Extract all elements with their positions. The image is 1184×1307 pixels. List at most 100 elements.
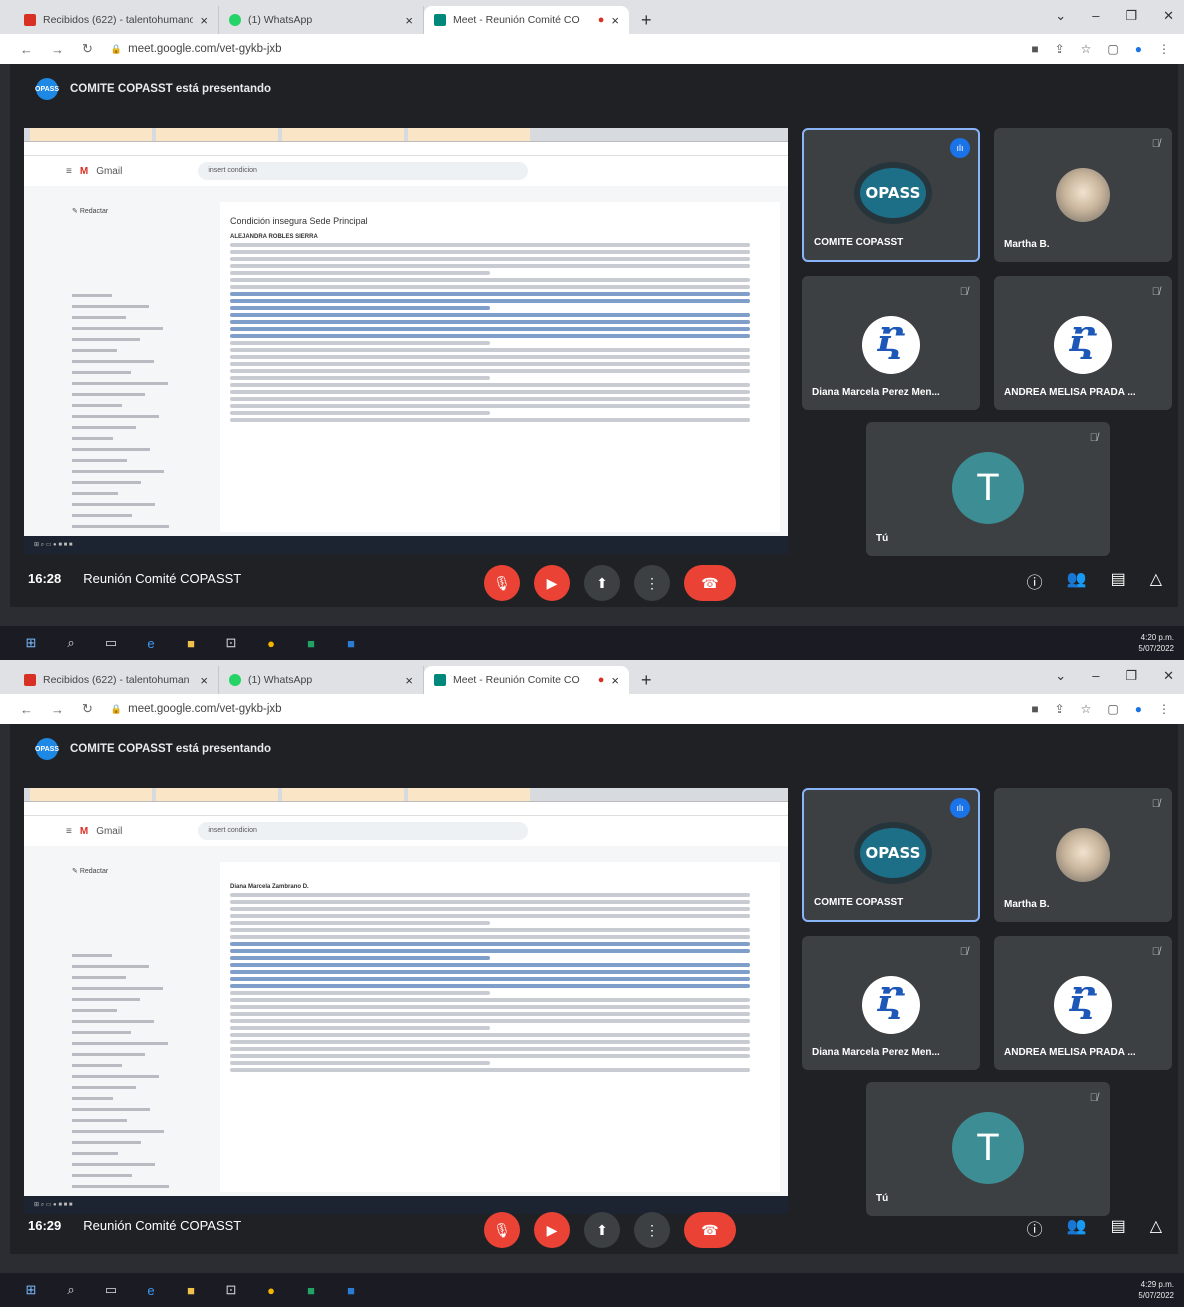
participant-tile[interactable]: ılı OPASS COMITE COPASST	[802, 128, 980, 262]
minimize-icon[interactable]: –	[1092, 8, 1099, 24]
meeting-info: 16:29 Reunión Comité COPASST	[28, 1218, 241, 1233]
profile-icon[interactable]: ●	[1135, 42, 1142, 56]
participant-tile[interactable]: 🎙̸ Ⴀ ANDREA MELISA PRADA ...	[994, 936, 1172, 1070]
info-icon[interactable]: ⓘ	[1027, 569, 1043, 593]
camera-off-icon[interactable]: ▶	[534, 1212, 570, 1248]
participant-tile-self[interactable]: 🎙̸ T Tú	[866, 422, 1110, 556]
close-icon[interactable]: ×	[405, 673, 413, 688]
mic-off-icon[interactable]: 🎙	[484, 1212, 520, 1248]
participant-tile[interactable]: ılı OPASS COMITE COPASST	[802, 788, 980, 922]
reload-icon[interactable]: ↻	[82, 701, 93, 717]
chrome-icon[interactable]: ●	[262, 634, 280, 652]
end-call-icon[interactable]: ☎	[684, 1212, 736, 1248]
chat-icon[interactable]: ▤	[1111, 1216, 1126, 1240]
restore-icon[interactable]: ❐	[1125, 668, 1137, 684]
participant-tile[interactable]: 🎙̸ Ⴀ Diana Marcela Perez Men...	[802, 276, 980, 410]
gmail-search: insert condicion	[198, 162, 529, 180]
star-icon[interactable]: ☆	[1081, 702, 1092, 716]
sidepanel-icon[interactable]: ▢	[1107, 702, 1118, 716]
minimize-icon[interactable]: –	[1092, 668, 1099, 684]
word-icon[interactable]: ■	[342, 1281, 360, 1299]
more-options-icon[interactable]: ⋮	[634, 565, 670, 601]
explorer-icon[interactable]: ■	[182, 1281, 200, 1299]
share-icon[interactable]: ⇪	[1055, 42, 1065, 56]
close-window-icon[interactable]: ✕	[1163, 8, 1174, 24]
tab-meet[interactable]: Meet - Reunión Comite CO ● ×	[424, 666, 629, 694]
present-icon[interactable]: ⬆	[584, 565, 620, 601]
camera-icon[interactable]: ■	[1031, 42, 1038, 56]
search-icon[interactable]: ⌕	[62, 1281, 80, 1299]
forward-icon[interactable]: →	[51, 42, 64, 57]
tab-whatsapp[interactable]: (1) WhatsApp ×	[219, 666, 424, 694]
new-tab-button[interactable]: +	[641, 10, 652, 31]
participant-logo: Ⴀ	[862, 976, 920, 1034]
shared-screen[interactable]: ≡ M Gmail insert condicion ✎ Redactar Co…	[24, 128, 788, 554]
search-icon[interactable]: ⌕	[62, 634, 80, 652]
share-icon[interactable]: ⇪	[1055, 702, 1065, 716]
presenting-banner: OPASS COMITE COPASST está presentando	[35, 738, 271, 760]
camera-icon[interactable]: ■	[1031, 702, 1038, 716]
tab-gmail[interactable]: Recibidos (622) - talentohuman ×	[14, 666, 219, 694]
tab-gmail[interactable]: Recibidos (622) - talentohumano ×	[14, 6, 219, 34]
activities-icon[interactable]: △	[1150, 569, 1162, 593]
chevron-down-icon[interactable]: ⌄	[1055, 8, 1066, 24]
close-icon[interactable]: ×	[200, 13, 208, 28]
info-icon[interactable]: ⓘ	[1027, 1216, 1043, 1240]
participant-tile[interactable]: 🎙̸ Ⴀ ANDREA MELISA PRADA ...	[994, 276, 1172, 410]
windows-start-icon[interactable]: ⊞	[22, 1281, 40, 1299]
word-icon[interactable]: ■	[342, 634, 360, 652]
chevron-down-icon[interactable]: ⌄	[1055, 668, 1066, 684]
explorer-icon[interactable]: ■	[182, 634, 200, 652]
people-icon[interactable]: 👥	[1067, 569, 1087, 593]
participant-name: COMITE COPASST	[814, 897, 904, 908]
back-icon[interactable]: ←	[20, 702, 33, 717]
participant-tile-self[interactable]: 🎙̸ T Tú	[866, 1082, 1110, 1216]
back-icon[interactable]: ←	[20, 42, 33, 57]
end-call-icon[interactable]: ☎	[684, 565, 736, 601]
close-icon[interactable]: ×	[200, 673, 208, 688]
close-window-icon[interactable]: ✕	[1163, 668, 1174, 684]
mic-off-icon: 🎙̸	[1151, 286, 1160, 298]
participant-tile[interactable]: 🎙̸ Ⴀ Diana Marcela Perez Men...	[802, 936, 980, 1070]
new-tab-button[interactable]: +	[641, 670, 652, 691]
url-field[interactable]: 🔒 meet.google.com/vet-gykb-jxb	[111, 43, 282, 55]
chat-icon[interactable]: ▤	[1111, 569, 1126, 593]
store-icon[interactable]: ⊡	[222, 1281, 240, 1299]
excel-icon[interactable]: ■	[302, 634, 320, 652]
system-clock[interactable]: 4:20 p.m. 5/07/2022	[1138, 632, 1174, 654]
restore-icon[interactable]: ❐	[1125, 8, 1137, 24]
activities-icon[interactable]: △	[1150, 1216, 1162, 1240]
close-icon[interactable]: ×	[611, 673, 619, 688]
chrome-icon[interactable]: ●	[262, 1281, 280, 1299]
participant-tile[interactable]: 🎙̸ Martha B.	[994, 128, 1172, 262]
store-icon[interactable]: ⊡	[222, 634, 240, 652]
close-icon[interactable]: ×	[405, 13, 413, 28]
participant-tile[interactable]: 🎙̸ Martha B.	[994, 788, 1172, 922]
people-icon[interactable]: 👥	[1067, 1216, 1087, 1240]
more-options-icon[interactable]: ⋮	[634, 1212, 670, 1248]
clock-date: 5/07/2022	[1138, 644, 1174, 653]
excel-icon[interactable]: ■	[302, 1281, 320, 1299]
participant-name: Tú	[876, 1193, 889, 1204]
sidepanel-icon[interactable]: ▢	[1107, 42, 1118, 56]
reload-icon[interactable]: ↻	[82, 41, 93, 57]
url-field[interactable]: 🔒 meet.google.com/vet-gykb-jxb	[111, 703, 282, 715]
task-view-icon[interactable]: ▭	[102, 1281, 120, 1299]
windows-start-icon[interactable]: ⊞	[22, 634, 40, 652]
present-icon[interactable]: ⬆	[584, 1212, 620, 1248]
more-icon[interactable]: ⋮	[1158, 702, 1170, 716]
task-view-icon[interactable]: ▭	[102, 634, 120, 652]
camera-off-icon[interactable]: ▶	[534, 565, 570, 601]
more-icon[interactable]: ⋮	[1158, 42, 1170, 56]
star-icon[interactable]: ☆	[1081, 42, 1092, 56]
mic-off-icon[interactable]: 🎙	[484, 565, 520, 601]
tab-meet[interactable]: Meet - Reunión Comité CO ● ×	[424, 6, 629, 34]
close-icon[interactable]: ×	[611, 13, 619, 28]
profile-icon[interactable]: ●	[1135, 702, 1142, 716]
edge-icon[interactable]: e	[142, 634, 160, 652]
edge-icon[interactable]: e	[142, 1281, 160, 1299]
system-clock[interactable]: 4:29 p.m. 5/07/2022	[1138, 1279, 1174, 1301]
tab-whatsapp[interactable]: (1) WhatsApp ×	[219, 6, 424, 34]
shared-screen[interactable]: ≡ M Gmail insert condicion ✎ Redactar Di…	[24, 788, 788, 1214]
forward-icon[interactable]: →	[51, 702, 64, 717]
